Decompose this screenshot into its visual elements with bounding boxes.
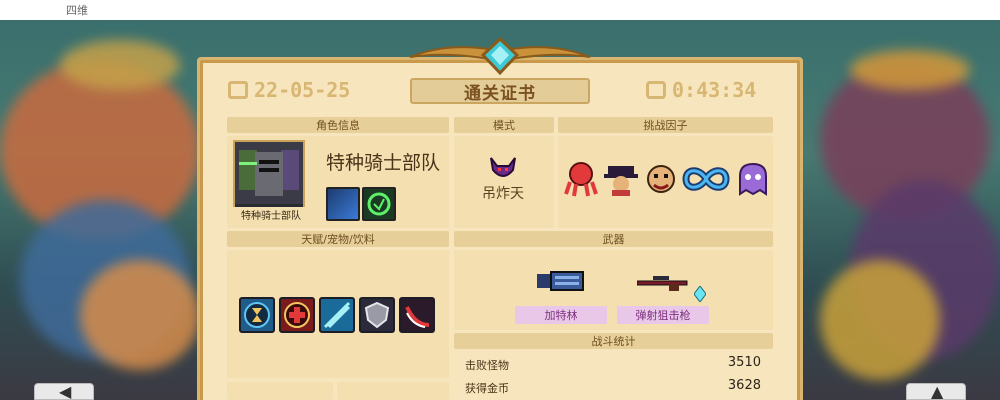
hourglass-icon — [239, 297, 275, 333]
mode-label: 吊炸天 — [482, 186, 524, 202]
arrow-left-icon: ◀ — [59, 382, 72, 400]
date-display: 22-05-25 — [228, 78, 350, 102]
skill-green-shield-icon — [362, 187, 396, 221]
sniper-rifle-icon — [637, 276, 688, 291]
mode-cell — [454, 136, 554, 228]
goblin-face-icon — [647, 165, 675, 193]
blade-icon — [319, 297, 355, 333]
hat-figure-icon — [604, 166, 638, 196]
stat-value: 3628 — [727, 378, 761, 393]
crystal-icon — [694, 286, 706, 302]
battle-stats-header: 战斗统计 — [454, 333, 773, 349]
stat-value: 3510 — [727, 355, 761, 370]
mode-header: 模式 — [454, 117, 554, 133]
purple-ghost-icon — [739, 162, 767, 196]
time-value: 0:43:34 — [672, 78, 757, 102]
status-text: 四维 — [66, 4, 88, 17]
stat-row-monsters: 击败怪物 3510 — [455, 353, 773, 375]
stat-label: 击败怪物 — [465, 359, 509, 372]
status-bar: 四维 — [0, 0, 1000, 20]
infinity-icon — [682, 167, 730, 191]
game-scene: 四维 通关证书 22-05-25 0:43:34 角色信息 模式 挑战因子 特种… — [0, 0, 1000, 400]
weapon-tag-gatling: 加特林 — [515, 306, 607, 324]
talents-header: 天赋/宠物/饮料 — [227, 231, 449, 247]
extra-cell-left — [227, 382, 333, 400]
skill-blue-icon — [326, 187, 360, 221]
character-info-header: 角色信息 — [227, 117, 449, 133]
claw-slash-icon — [399, 297, 435, 333]
arrow-up-icon: ▲ — [931, 382, 944, 400]
crest-ornament-icon — [409, 37, 591, 76]
stat-row-gold: 获得金币 3628 — [455, 376, 773, 398]
weapon-tag-sniper: 弹射狙击枪 — [617, 306, 709, 324]
demon-helmet-icon — [490, 157, 516, 177]
portrait-caption: 特种骑士部队 — [233, 207, 309, 222]
weapons-header: 武器 — [454, 231, 773, 247]
previous-button[interactable]: ◀ — [34, 382, 94, 400]
shield-icon — [359, 297, 395, 333]
certificate-title: 通关证书 — [410, 78, 590, 104]
character-name: 特种骑士部队 — [326, 152, 441, 174]
knight-squad-icon — [235, 142, 303, 204]
share-button[interactable]: ▲ — [906, 382, 966, 400]
extra-cell-right — [337, 382, 449, 400]
heal-cross-icon — [279, 297, 315, 333]
date-value: 22-05-25 — [254, 78, 351, 102]
weapons-cell — [454, 250, 773, 330]
calendar-icon — [228, 81, 248, 99]
gatling-gun-icon — [537, 271, 584, 291]
challenge-factors-header: 挑战因子 — [558, 117, 773, 133]
clock-icon — [646, 81, 666, 99]
time-display: 0:43:34 — [646, 78, 756, 102]
character-portrait: 特种骑士部队 — [233, 140, 309, 222]
red-octopus-icon — [564, 162, 598, 197]
stat-label: 获得金币 — [465, 382, 509, 395]
